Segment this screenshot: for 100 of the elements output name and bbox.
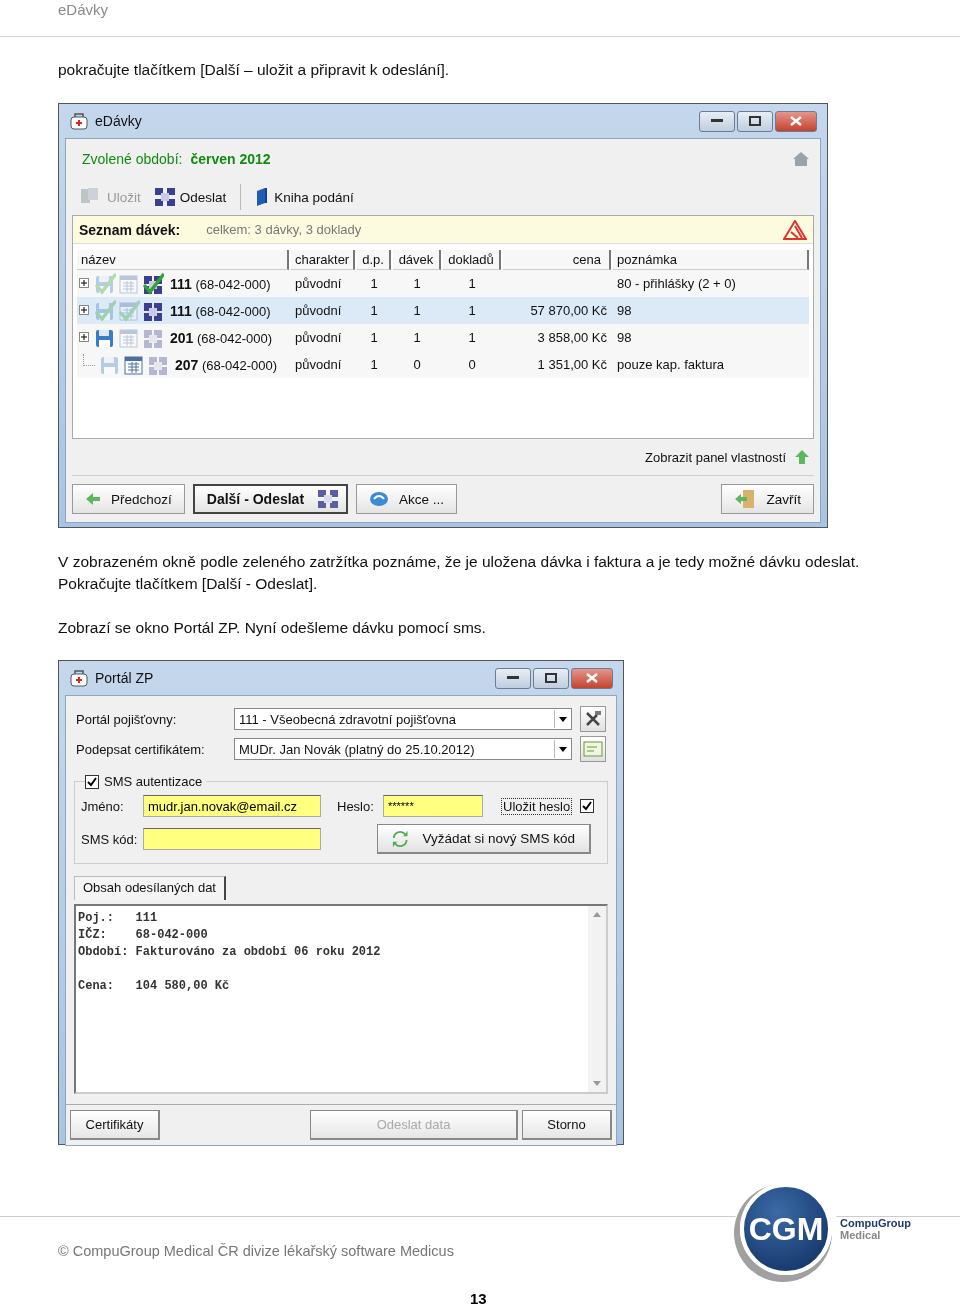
sms-code-field[interactable]	[143, 828, 321, 850]
maximize-icon	[545, 673, 557, 683]
table-cell-text: 1	[412, 330, 422, 345]
previous-button[interactable]: Předchozí	[72, 484, 185, 514]
header-title: eDávky	[58, 1, 109, 18]
preview-line: IČZ: 68-042-000	[78, 927, 208, 944]
dropdown-field[interactable]: MUDr. Jan Novák (platný do 25.10.2012)	[234, 738, 572, 760]
table-cell-text: 80 - přihlášky (2 + 0)	[616, 276, 737, 291]
warning-triangle-icon[interactable]	[783, 219, 807, 240]
certificate-icon	[583, 741, 603, 757]
table-cell-text: 98	[616, 330, 633, 345]
column-header[interactable]: dokladů	[443, 249, 501, 270]
dropdown-arrow-icon[interactable]	[559, 716, 567, 722]
minimize-button[interactable]	[699, 110, 735, 132]
copyright-text: © CompuGroup Medical ČR divize lékařský software Medicus	[58, 1243, 454, 1259]
period-label: Zvolené období:	[82, 151, 183, 167]
dropdown-field[interactable]: 111 - Všeobecná zdravotní pojišťovna	[234, 708, 572, 730]
instruction-text: V zobrazeném okně podle zeleného zatržítka poznáme, že je uložena dávka i faktura a je tedy možné dávku odeslat. Pokračujte tlačítkem [Další - Odeslat].	[57, 552, 861, 594]
next-send-button[interactable]: Další - Odeslat	[192, 484, 349, 514]
field-label: Jméno:	[81, 798, 125, 814]
table-cell-text: 1	[467, 303, 477, 318]
exit-door-icon	[734, 489, 757, 509]
table-cell-text: 1	[369, 330, 379, 345]
show-properties-link[interactable]: Zobrazit panel vlastností	[645, 449, 786, 465]
maximize-icon	[749, 116, 761, 126]
close-window-button[interactable]: Zavřít	[721, 484, 814, 514]
field-label: Heslo:	[337, 798, 375, 814]
cancel-button[interactable]: Storno	[522, 1110, 612, 1140]
close-icon	[790, 116, 802, 126]
first-aid-kit-icon	[69, 668, 89, 688]
table-cell-text: 1	[412, 303, 422, 318]
request-sms-button[interactable]: Vyžádat si nový SMS kód	[377, 824, 591, 854]
preview-line: Cena: 104 580,00 Kč	[78, 978, 230, 995]
send-button[interactable]: Odeslat	[154, 188, 227, 206]
certificates-button[interactable]: Certifikáty	[70, 1110, 160, 1140]
close-button[interactable]	[775, 110, 817, 132]
table-cell-text: 3 858,00 Kč	[536, 330, 608, 345]
column-header[interactable]: cena	[503, 249, 611, 270]
list-summary: celkem: 3 dávky, 3 doklady	[206, 222, 362, 237]
send-icon	[154, 188, 175, 206]
tools-icon	[584, 710, 602, 728]
minimize-button[interactable]	[495, 667, 531, 689]
table-cell-text: původní	[294, 303, 343, 318]
actions-button[interactable]: Akce ...	[356, 484, 458, 514]
dropdown-arrow-icon[interactable]	[559, 746, 567, 752]
checkbox-label: SMS autentizace	[104, 774, 203, 789]
table-cell-text: 0	[467, 357, 477, 372]
column-header[interactable]: název	[77, 249, 289, 270]
username-field[interactable]: mudr.jan.novak@email.cz	[143, 795, 321, 817]
maximize-button[interactable]	[533, 667, 569, 689]
window-title: eDávky	[95, 113, 142, 129]
table-cell-text: pouze kap. faktura	[616, 357, 725, 372]
column-header[interactable]: dávek	[393, 249, 441, 270]
batch-row[interactable]: 201 (68-042-000) původní 1 1 1 3 858,00 Kč 98	[77, 324, 809, 351]
checkbox[interactable]	[85, 774, 99, 789]
tools-button[interactable]	[580, 706, 606, 732]
table-cell-text: 1	[467, 276, 477, 291]
book-button[interactable]: Kniha podání	[255, 188, 354, 206]
maximize-button[interactable]	[737, 110, 773, 132]
batch-name: 111 (68-042-000)	[170, 275, 271, 292]
table-cell-text: původní	[294, 357, 343, 372]
expand-icon[interactable]	[79, 332, 90, 343]
field-label: Portál pojišťovny:	[75, 711, 178, 727]
column-header[interactable]: poznámka	[613, 249, 809, 270]
batch-row[interactable]: 207 (68-042-000) původní 1 0 0 1 351,00 Kč pouze kap. faktura	[77, 351, 809, 378]
table-cell-text: 0	[412, 357, 422, 372]
preview-line: Období: Fakturováno za období 06 roku 2012	[78, 944, 381, 961]
table-cell-text: 1	[369, 357, 379, 372]
column-header[interactable]: d.p.	[357, 249, 391, 270]
page-number: 13	[470, 1290, 487, 1307]
scroll-down-icon[interactable]	[593, 1081, 601, 1086]
minimize-icon	[507, 676, 519, 680]
logo-text: Medical	[840, 1229, 882, 1241]
scrollbar[interactable]	[588, 906, 606, 1092]
minimize-icon	[711, 119, 723, 123]
password-field[interactable]: ******	[383, 795, 483, 817]
first-aid-kit-icon	[69, 111, 89, 131]
list-title: Seznam dávek:	[79, 221, 181, 238]
expand-icon[interactable]	[79, 278, 90, 289]
instruction-text: Zobrazí se okno Portál ZP. Nyní odešleme dávku pomocí sms.	[57, 618, 487, 638]
batch-name: 111 (68-042-000)	[170, 302, 271, 319]
table-cell-text: 57 870,00 Kč	[529, 303, 608, 318]
field-label: Podepsat certifikátem:	[75, 741, 206, 757]
batch-row[interactable]: 111 (68-042-000) původní 1 1 1 57 870,00 Kč 98	[77, 297, 809, 324]
table-cell-text: původní	[294, 276, 343, 291]
close-button[interactable]	[571, 667, 613, 689]
scroll-up-icon[interactable]	[593, 912, 601, 917]
checkbox[interactable]	[580, 799, 595, 813]
arrow-left-icon	[85, 492, 101, 506]
expand-icon[interactable]	[79, 305, 90, 316]
table-cell-text: 1	[467, 330, 477, 345]
table-cell-text: 1	[369, 276, 379, 291]
tab[interactable]: Obsah odesílaných dat	[74, 876, 226, 900]
send-icon	[318, 490, 339, 508]
batch-name: 201 (68-042-000)	[170, 329, 273, 346]
table-cell-text: 1 351,00 Kč	[536, 357, 608, 372]
batch-row[interactable]: 111 (68-042-000) původní 1 1 1 80 - přihlášky (2 + 0)	[77, 270, 809, 297]
checkmark-icon	[582, 801, 593, 811]
column-header[interactable]: charakter	[291, 249, 355, 270]
batch-name: 207 (68-042-000)	[175, 356, 278, 373]
